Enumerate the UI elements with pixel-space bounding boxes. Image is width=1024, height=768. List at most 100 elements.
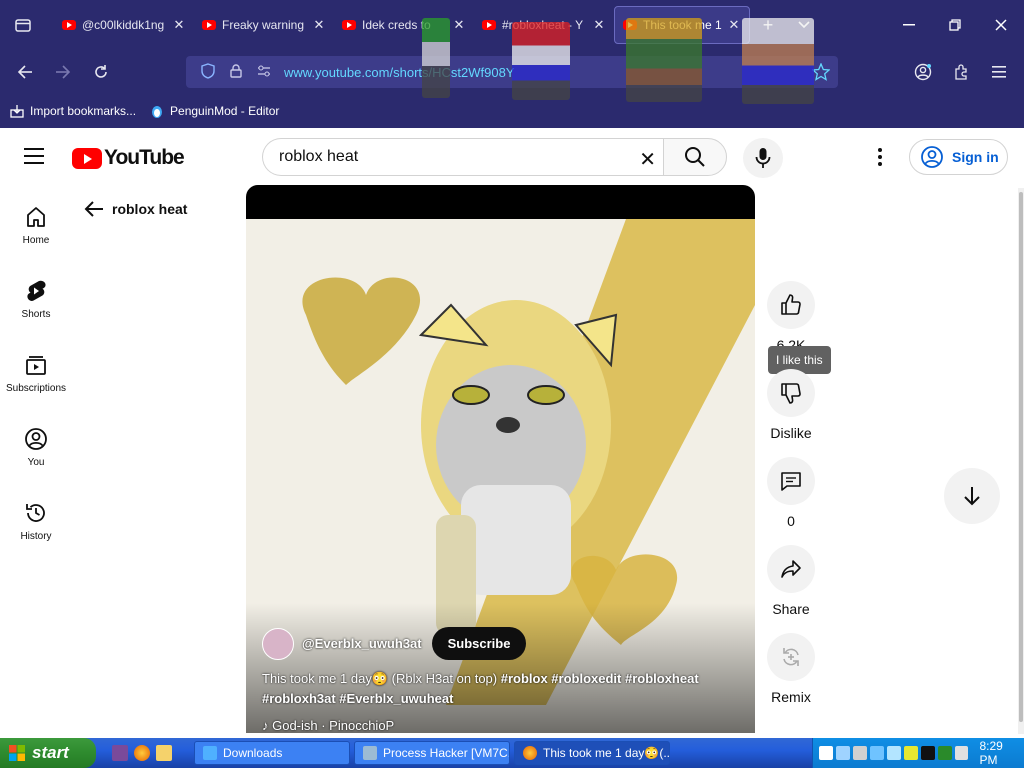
tab-close-icon[interactable]: ✕ [727, 17, 741, 33]
bookmark-penguinmod[interactable]: PenguinMod - Editor [150, 104, 279, 118]
window-controls [886, 0, 1024, 50]
rail-item-you[interactable]: You [0, 427, 72, 468]
bookmark-import[interactable]: Import bookmarks... [10, 104, 136, 118]
youtube-logo[interactable]: YouTube [72, 146, 185, 170]
rail-item-shorts[interactable]: Shorts [0, 279, 72, 320]
volume-muted-icon[interactable] [954, 746, 969, 760]
sign-in-label: Sign in [952, 149, 999, 165]
folder-icon[interactable] [156, 745, 172, 761]
search-input[interactable]: roblox heat ✕ [262, 138, 664, 176]
url-text[interactable]: www.youtube.com/shorts/HCst2Wf908Y [284, 65, 514, 80]
music-link[interactable]: ♪ God-ish · PinocchioP [262, 718, 394, 733]
channel-name[interactable]: @Everblx_uwuh3at [302, 636, 422, 651]
browser-toolbar-right [904, 50, 1018, 94]
import-icon [10, 105, 24, 118]
share-icon [781, 560, 801, 578]
search-button[interactable] [663, 138, 727, 176]
taskbar-item-process-hacker[interactable]: Process Hacker [VM7C... [354, 741, 510, 765]
youtube-logo-text: YouTube [104, 146, 185, 169]
close-icon [995, 19, 1007, 31]
sign-in-button[interactable]: Sign in [909, 139, 1008, 175]
rail-item-history[interactable]: History [0, 501, 72, 542]
forward-button[interactable] [44, 54, 82, 90]
extensions-button[interactable] [942, 54, 980, 90]
clear-search-icon[interactable]: ✕ [639, 147, 656, 172]
back-to-results[interactable]: roblox heat [84, 200, 187, 218]
thumbs-up-icon [781, 294, 801, 315]
puzzle-icon [955, 64, 967, 80]
lock-icon[interactable] [222, 63, 250, 81]
taskbar-item-downloads[interactable]: Downloads [194, 741, 350, 765]
scrollbar-thumb[interactable] [1019, 192, 1023, 722]
search-icon [685, 147, 705, 167]
back-label: roblox heat [112, 201, 188, 217]
remix-label: Remix [771, 689, 811, 705]
rail-label: You [27, 457, 45, 468]
close-window-button[interactable] [978, 0, 1024, 50]
dislike-button[interactable] [767, 369, 815, 417]
app-menu-button[interactable] [980, 54, 1018, 90]
tab-close-icon[interactable]: ✕ [312, 17, 326, 33]
dot-icon [878, 148, 882, 152]
usb-tray-icon[interactable] [886, 746, 901, 760]
system-clock[interactable]: 8:29 PM [979, 739, 1024, 767]
share-button[interactable] [767, 545, 815, 593]
guide-menu-button[interactable] [24, 148, 44, 164]
drive-tray-icon[interactable] [852, 746, 867, 760]
restore-icon [949, 19, 961, 31]
terminal-tray-icon[interactable] [920, 746, 935, 760]
voice-search-button[interactable] [743, 138, 783, 178]
tab-close-icon[interactable]: ✕ [172, 17, 186, 33]
minimize-button[interactable] [886, 0, 932, 50]
back-button[interactable] [6, 54, 44, 90]
next-video-button[interactable] [944, 468, 1000, 524]
tab-label: Freaky warning [222, 18, 305, 32]
monitor-tray-icon[interactable] [937, 746, 952, 760]
reload-button[interactable] [82, 54, 120, 90]
bookmark-label: PenguinMod - Editor [170, 104, 280, 118]
display-tray-icon[interactable] [869, 746, 884, 760]
rail-item-home[interactable]: Home [0, 205, 72, 246]
remix-button[interactable] [767, 633, 815, 681]
taskbar-item-firefox[interactable]: This took me 1 day😳(... [514, 741, 670, 765]
maximize-button[interactable] [932, 0, 978, 50]
permissions-icon[interactable] [250, 64, 278, 80]
share-action: Share [767, 545, 815, 617]
tab-list-icon [15, 19, 31, 32]
bookmark-star-icon[interactable] [811, 62, 831, 86]
start-button[interactable]: start [0, 738, 96, 768]
bookmark-label: Import bookmarks... [30, 104, 137, 118]
menu-bar-icon [24, 155, 44, 157]
theme-sprite-green [422, 18, 450, 98]
shield-icon[interactable] [194, 62, 222, 82]
account-button[interactable] [904, 54, 942, 90]
firefox-icon[interactable] [134, 745, 150, 761]
theme-sprite-bowser [626, 18, 702, 102]
shorts-video-player[interactable]: @Everblx_uwuh3at Subscribe This took me … [246, 185, 755, 733]
quick-launch-app-icon[interactable] [112, 745, 128, 761]
network-tray-icon[interactable] [835, 746, 850, 760]
youtube-play-icon [72, 147, 102, 169]
like-button[interactable] [767, 281, 815, 329]
youtube-favicon-icon [482, 20, 496, 30]
subscribe-button[interactable]: Subscribe [431, 627, 527, 660]
rail-label: Subscriptions [5, 383, 67, 394]
shield-tray-icon[interactable] [819, 746, 833, 760]
tab-close-icon[interactable]: ✕ [452, 17, 466, 33]
tab-list-button[interactable] [0, 0, 46, 50]
download-icon [203, 746, 217, 760]
rail-item-subscriptions[interactable]: Subscriptions [0, 353, 72, 394]
app-tray-icon[interactable] [903, 746, 918, 760]
channel-avatar[interactable] [262, 627, 294, 660]
page-scrollbar[interactable] [1018, 188, 1024, 734]
comments-button[interactable] [767, 457, 815, 505]
tab-close-icon[interactable]: ✕ [592, 17, 606, 33]
process-hacker-icon [363, 746, 377, 760]
channel-row: @Everblx_uwuh3at Subscribe [262, 627, 527, 660]
browser-tab[interactable]: @c00lkiddk1ng ✕ [54, 6, 194, 44]
browser-tab[interactable]: Freaky warning ✕ [194, 6, 334, 44]
you-icon [25, 428, 47, 450]
caption-text: This took me 1 day [262, 671, 372, 686]
browser-tab[interactable]: Idek creds to ✕ [334, 6, 474, 44]
settings-more-button[interactable] [870, 144, 890, 170]
